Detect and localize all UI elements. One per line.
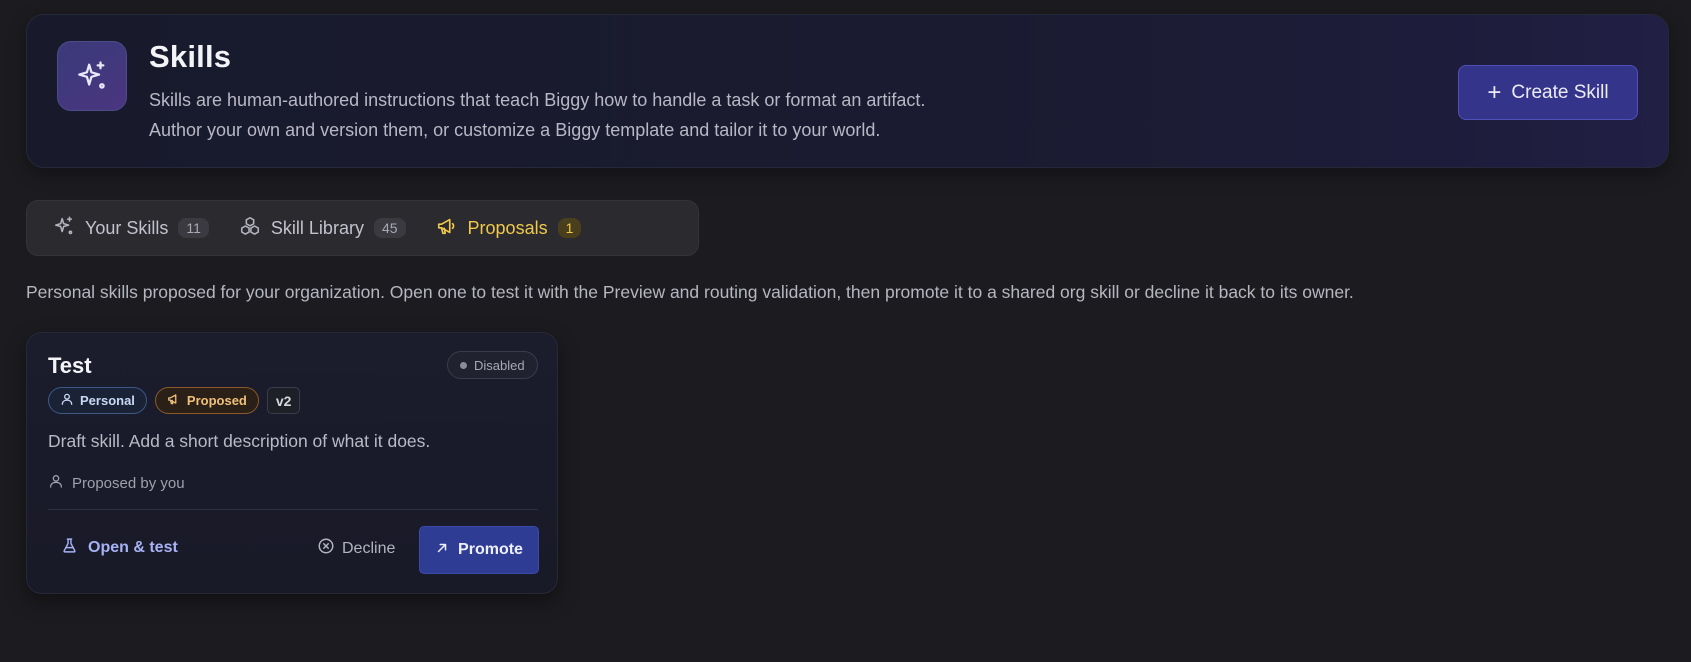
boxes-icon bbox=[239, 215, 261, 242]
page-description: Skills are human-authored instructions t… bbox=[149, 85, 1149, 145]
plus-icon: + bbox=[1487, 78, 1502, 106]
proposals-intro: Personal skills proposed for your organi… bbox=[26, 282, 1354, 302]
version-chip: v2 bbox=[266, 387, 301, 414]
tab-label: Skill Library bbox=[270, 217, 364, 238]
tab-skill-library[interactable]: Skill Library 45 bbox=[239, 215, 406, 242]
proposed-by-label: Proposed by you bbox=[72, 474, 185, 492]
promote-label: Promote bbox=[458, 541, 523, 558]
status-dot-icon bbox=[460, 361, 467, 369]
chip-label: Proposed bbox=[186, 393, 247, 408]
tab-label: Your Skills bbox=[85, 217, 169, 238]
skill-title: Test bbox=[48, 353, 92, 378]
sparkles-icon bbox=[57, 41, 127, 111]
page-header: Skills Skills are human-authored instruc… bbox=[26, 14, 1669, 168]
open-and-test-button[interactable]: Open & test bbox=[61, 537, 178, 559]
tab-count: 45 bbox=[373, 218, 406, 238]
decline-button[interactable]: Decline bbox=[317, 537, 395, 560]
tab-count: 1 bbox=[557, 218, 582, 238]
tab-label: Proposals bbox=[467, 217, 548, 238]
proposed-chip: Proposed bbox=[154, 387, 259, 414]
tab-proposals[interactable]: Proposals 1 bbox=[436, 215, 582, 242]
megaphone-icon bbox=[436, 215, 458, 242]
create-skill-button[interactable]: + Create Skill bbox=[1458, 65, 1638, 120]
tab-count: 11 bbox=[178, 218, 209, 238]
proposed-by: Proposed by you bbox=[48, 473, 185, 493]
status-badge: Disabled bbox=[447, 351, 538, 379]
skill-chips: Personal Proposed v2 bbox=[48, 387, 301, 414]
skill-card[interactable]: Test Disabled Personal Proposed v2 Draft… bbox=[26, 332, 558, 594]
page-title: Skills bbox=[149, 39, 232, 74]
megaphone-icon bbox=[167, 392, 181, 409]
description-line-2: Author your own and version them, or cus… bbox=[149, 120, 881, 140]
flask-icon bbox=[61, 537, 78, 559]
user-icon bbox=[48, 473, 64, 493]
create-skill-label: Create Skill bbox=[1511, 81, 1609, 103]
chip-label: Personal bbox=[80, 393, 135, 408]
sparkles-icon bbox=[53, 215, 75, 242]
skill-description: Draft skill. Add a short description of … bbox=[48, 431, 431, 451]
x-circle-icon bbox=[317, 537, 335, 560]
promote-button[interactable]: Promote bbox=[419, 526, 539, 574]
card-divider bbox=[48, 509, 538, 510]
user-icon bbox=[60, 392, 74, 409]
tab-your-skills[interactable]: Your Skills 11 bbox=[53, 215, 209, 242]
skills-tabs: Your Skills 11 Skill Library 45 Proposal… bbox=[26, 200, 699, 256]
arrow-up-right-icon bbox=[435, 541, 449, 560]
decline-label: Decline bbox=[342, 539, 396, 557]
open-and-test-label: Open & test bbox=[88, 539, 178, 556]
personal-chip: Personal bbox=[48, 387, 147, 414]
status-label: Disabled bbox=[474, 357, 525, 373]
description-line-1: Skills are human-authored instructions t… bbox=[149, 90, 926, 110]
